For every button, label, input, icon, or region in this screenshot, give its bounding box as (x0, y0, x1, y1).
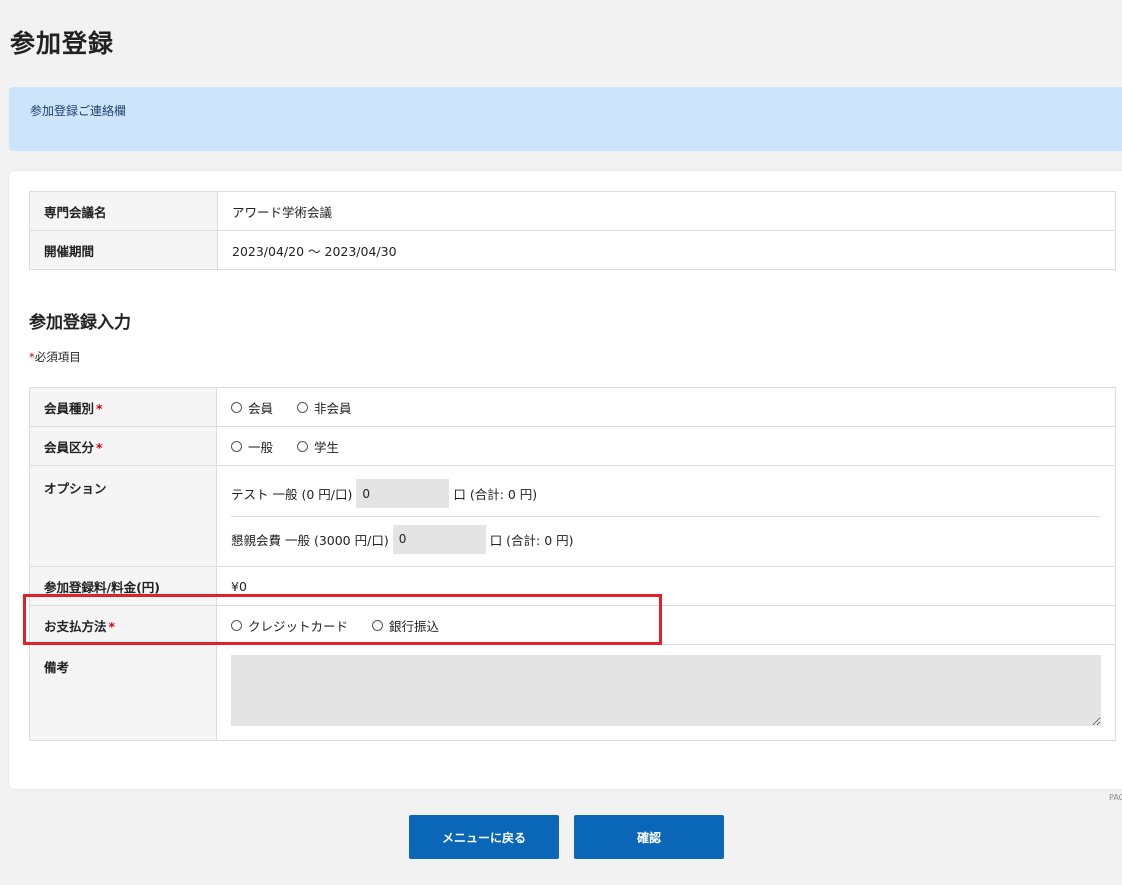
radio-bank-transfer[interactable]: 銀行振込 (372, 616, 439, 635)
table-row: 専門会議名 アワード学術会議 (29, 191, 1116, 231)
registration-form-table: 会員種別 * 会員 非会員 会員区分 * 一般 学生 オプション テスト 一般 (0… (29, 387, 1116, 741)
option-social-qty-input[interactable] (392, 524, 486, 554)
radio-circle-icon[interactable] (297, 440, 308, 452)
required-star: * (108, 618, 116, 634)
radio-non-member[interactable]: 非会員 (297, 398, 352, 417)
memo-textarea[interactable] (231, 655, 1101, 726)
section-title: 参加登録入力 (29, 313, 131, 333)
registration-card: 専門会議名 アワード学術会議 開催期間 2023/04/20 ～ 2023/04… (9, 171, 1122, 789)
period-label: 開催期間 (29, 230, 218, 270)
options-label: オプション (29, 465, 217, 567)
member-type-label-text: 会員種別 (44, 400, 95, 416)
options-field: テスト 一般 (0 円/口) 口 (合計: 0 円) 懇親会費 一般 (3000… (216, 465, 1116, 567)
period-value: 2023/04/20 ～ 2023/04/30 (217, 230, 1116, 270)
notice-panel: 参加登録ご連絡欄 (9, 87, 1122, 151)
table-row: 備考 (29, 644, 1116, 741)
radio-circle-icon[interactable] (372, 619, 383, 631)
option-test-qty-input[interactable] (356, 479, 450, 508)
member-type-label: 会員種別 * (29, 387, 217, 427)
radio-general[interactable]: 一般 (231, 437, 273, 456)
member-class-label-text: 会員区分 (44, 439, 95, 455)
payment-field: クレジットカード 銀行振込 (216, 605, 1116, 645)
required-star: * (96, 400, 103, 416)
payment-label-text: お支払方法 (44, 618, 107, 634)
fee-label: 参加登録料/料金(円) (29, 566, 217, 606)
member-type-field: 会員 非会員 (216, 387, 1116, 427)
radio-student[interactable]: 学生 (297, 437, 339, 456)
conference-name-label: 専門会議名 (29, 191, 218, 231)
radio-label: 一般 (248, 439, 274, 455)
notice-text: 参加登録ご連絡欄 (30, 104, 127, 118)
option-total: 口 (合計: 0 円) (489, 532, 574, 548)
radio-circle-icon[interactable] (231, 619, 242, 631)
fee-value: ¥0 (216, 566, 1116, 606)
memo-label: 備考 (29, 644, 217, 741)
back-to-menu-button[interactable]: メニューに戻る (409, 815, 559, 859)
required-note-text: 必須項目 (34, 350, 81, 364)
option-name: 懇親会費 一般 (3000 円/口) (231, 532, 389, 548)
payment-label: お支払方法 * (29, 605, 217, 645)
option-row-social: 懇親会費 一般 (3000 円/口) 口 (合計: 0 円) (231, 516, 1101, 561)
radio-circle-icon[interactable] (231, 440, 242, 452)
radio-label: 非会員 (314, 400, 352, 416)
radio-circle-icon[interactable] (297, 401, 308, 413)
radio-credit-card[interactable]: クレジットカード (231, 616, 348, 635)
required-star: * (96, 439, 103, 455)
page-title: 参加登録 (10, 29, 115, 58)
table-row: オプション テスト 一般 (0 円/口) 口 (合計: 0 円) 懇親会費 一般… (29, 465, 1116, 567)
memo-field (216, 644, 1116, 741)
table-row: 開催期間 2023/04/20 ～ 2023/04/30 (29, 230, 1116, 270)
option-row-test: テスト 一般 (0 円/口) 口 (合計: 0 円) (231, 471, 1101, 516)
option-total: 口 (合計: 0 円) (453, 487, 538, 502)
radio-label: クレジットカード (248, 618, 349, 634)
member-class-label: 会員区分 * (29, 426, 217, 466)
table-row: お支払方法 * クレジットカード 銀行振込 (29, 605, 1116, 645)
conference-info-table: 専門会議名 アワード学術会議 開催期間 2023/04/20 ～ 2023/04… (29, 191, 1116, 270)
radio-label: 銀行振込 (389, 618, 440, 634)
radio-circle-icon[interactable] (231, 401, 242, 413)
member-class-field: 一般 学生 (216, 426, 1116, 466)
table-row: 会員種別 * 会員 非会員 (29, 387, 1116, 427)
radio-label: 会員 (248, 400, 274, 416)
radio-label: 学生 (314, 439, 340, 455)
confirm-button[interactable]: 確認 (574, 815, 724, 859)
table-row: 会員区分 * 一般 学生 (29, 426, 1116, 466)
option-name: テスト 一般 (0 円/口) (231, 487, 353, 502)
conference-name-value: アワード学術会議 (217, 191, 1116, 231)
page-top-link[interactable]: PAG (1109, 793, 1122, 802)
table-row: 参加登録料/料金(円) ¥0 (29, 566, 1116, 606)
radio-member[interactable]: 会員 (231, 398, 273, 417)
required-note: *必須項目 (29, 349, 81, 365)
